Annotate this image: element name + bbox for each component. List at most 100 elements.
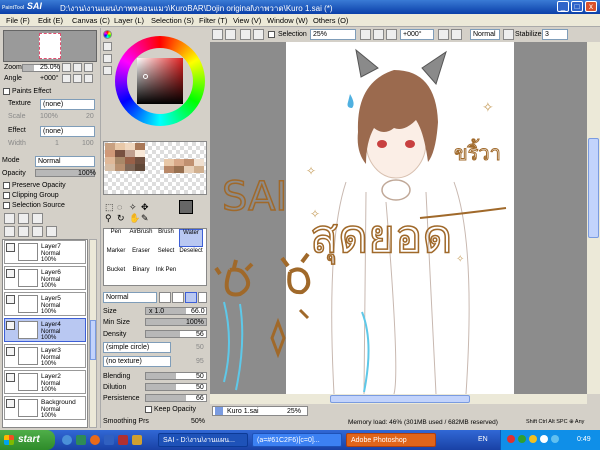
tray-icon[interactable] (507, 435, 515, 443)
firefox-icon[interactable] (90, 435, 100, 445)
menu-layer[interactable]: Layer (L) (114, 16, 144, 25)
tool-binary[interactable]: Binary (129, 267, 153, 285)
tool-bucket[interactable]: Bucket (104, 267, 128, 285)
selection-checkbox[interactable] (268, 31, 275, 38)
horizontal-scrollbar[interactable] (210, 394, 587, 404)
task-photoshop[interactable]: Adobe Photoshop (346, 433, 436, 447)
brush-texture-select[interactable]: (no texture) (103, 356, 171, 367)
hsv-slider-icon[interactable] (103, 54, 112, 63)
layer-item[interactable]: Layer7 Normal 100% (4, 240, 86, 264)
tool-marker[interactable]: Marker (104, 248, 128, 266)
angle-field[interactable]: +000° (400, 29, 434, 40)
menu-others[interactable]: Others (O) (313, 16, 348, 25)
rotate-left-button[interactable] (438, 29, 449, 40)
eyedropper-icon[interactable]: ✎ (141, 213, 149, 224)
primary-color-swatch[interactable] (179, 200, 193, 214)
menu-selection[interactable]: Selection (S) (151, 16, 194, 25)
menu-view[interactable]: View (V) (233, 16, 261, 25)
brush-shape-flat-icon[interactable] (159, 292, 171, 303)
hand-tool-icon[interactable]: ✋ (129, 213, 140, 224)
paper-effect-toggle[interactable] (3, 88, 10, 95)
nav-zoom-in[interactable] (73, 63, 82, 72)
maximize-button[interactable]: □ (571, 1, 583, 12)
layer-item[interactable]: Layer5 Normal 100% (4, 292, 86, 316)
move-icon[interactable]: ✥ (141, 202, 149, 213)
color-wheel-toggle-icon[interactable] (103, 30, 112, 39)
rotate-tool-icon[interactable]: ↻ (117, 213, 125, 224)
horizontal-scroll-thumb[interactable] (330, 395, 470, 403)
quicklaunch-icon-2[interactable] (104, 435, 114, 445)
vertical-scrollbar[interactable] (587, 42, 600, 394)
flip-button[interactable] (503, 29, 514, 40)
visibility-eye-icon[interactable] (6, 269, 15, 278)
tool-inkpen[interactable]: Ink Pen (154, 267, 178, 285)
brush-shape-soft-icon[interactable] (172, 292, 184, 303)
zoom-in-button[interactable] (373, 29, 384, 40)
tray-icon[interactable] (529, 435, 537, 443)
new-layer-icon[interactable] (4, 213, 15, 224)
layer-item[interactable]: Background Normal 100% (4, 396, 86, 420)
invert-selection-button[interactable] (253, 29, 264, 40)
visibility-eye-icon[interactable] (6, 347, 15, 356)
palette-grid-2[interactable] (164, 159, 204, 173)
start-button[interactable]: start (0, 430, 55, 450)
close-button[interactable]: x (585, 1, 597, 12)
preserve-opacity-checkbox[interactable] (3, 182, 10, 189)
menu-file[interactable]: File (F) (6, 16, 30, 25)
quicklaunch-icon[interactable] (76, 435, 86, 445)
nav-rotate-left[interactable] (62, 74, 71, 83)
clear-layer-icon[interactable] (32, 226, 43, 237)
color-swatches[interactable] (103, 141, 207, 195)
palette-grid[interactable] (105, 143, 145, 173)
visibility-eye-icon[interactable] (6, 373, 15, 382)
network-icon[interactable] (551, 435, 559, 443)
nav-reset[interactable] (84, 63, 93, 72)
brush-shape-select[interactable]: (simple circle) (103, 342, 171, 353)
tool-pen[interactable]: Pen (104, 229, 128, 247)
new-folder-icon[interactable] (32, 213, 43, 224)
visibility-eye-icon[interactable] (6, 295, 15, 304)
navigator-viewport[interactable] (39, 33, 61, 59)
ie-icon[interactable] (62, 435, 72, 445)
effect-select[interactable]: (none) (40, 126, 95, 137)
transfer-down-icon[interactable] (4, 226, 15, 237)
quicklaunch-icon-3[interactable] (118, 435, 128, 445)
rect-select-icon[interactable]: ⬚ (105, 202, 114, 213)
stabilizer-field[interactable]: 3 (542, 29, 568, 40)
canvas[interactable]: ✧ ✧ ✧ ✧ (286, 42, 514, 394)
color-picker-cursor[interactable] (143, 74, 148, 79)
sv-square[interactable] (137, 58, 183, 104)
merge-down-icon[interactable] (18, 226, 29, 237)
menu-edit[interactable]: Edit (E) (38, 16, 63, 25)
zoom-tool-icon[interactable]: ⚲ (105, 213, 112, 224)
navigator-preview[interactable] (3, 30, 97, 62)
tool-deselect[interactable]: Deselect (179, 248, 203, 266)
magic-wand-icon[interactable]: ✧ (129, 202, 137, 213)
blend-mode-field[interactable]: Normal (470, 29, 500, 40)
rotate-right-button[interactable] (451, 29, 462, 40)
file-tab[interactable]: Kuro 1.sai 25% (212, 406, 308, 416)
keep-opacity-checkbox[interactable] (145, 406, 152, 413)
palette-toggle-icon[interactable] (103, 66, 112, 75)
rgb-slider-icon[interactable] (103, 42, 112, 51)
layer-item[interactable]: Layer2 Normal 100% (4, 370, 86, 394)
deselect-button[interactable] (240, 29, 251, 40)
layer-item-selected[interactable]: Layer4 Normal 100% (4, 318, 86, 342)
zoom-reset-button[interactable] (386, 29, 397, 40)
visibility-eye-icon[interactable] (6, 321, 15, 330)
tool-select[interactable]: Select (154, 248, 178, 266)
tool-airbrush[interactable]: AirBrush (129, 229, 153, 247)
vertical-scroll-thumb[interactable] (588, 138, 599, 238)
nav-rotate-right[interactable] (73, 74, 82, 83)
volume-icon[interactable] (540, 435, 548, 443)
menu-filter[interactable]: Filter (T) (199, 16, 227, 25)
task-color[interactable]: (a=#61C2F6)[c=0]... (252, 433, 342, 447)
visibility-eye-icon[interactable] (6, 399, 15, 408)
undo-button[interactable] (212, 29, 223, 40)
menu-window[interactable]: Window (W) (267, 16, 308, 25)
layer-item[interactable]: Layer6 Normal 100% (4, 266, 86, 290)
layer-item[interactable]: Layer3 Normal 100% (4, 344, 86, 368)
zoom-out-button[interactable] (360, 29, 371, 40)
layer-mode-select[interactable]: Normal (35, 156, 95, 167)
color-wheel[interactable] (115, 36, 205, 126)
